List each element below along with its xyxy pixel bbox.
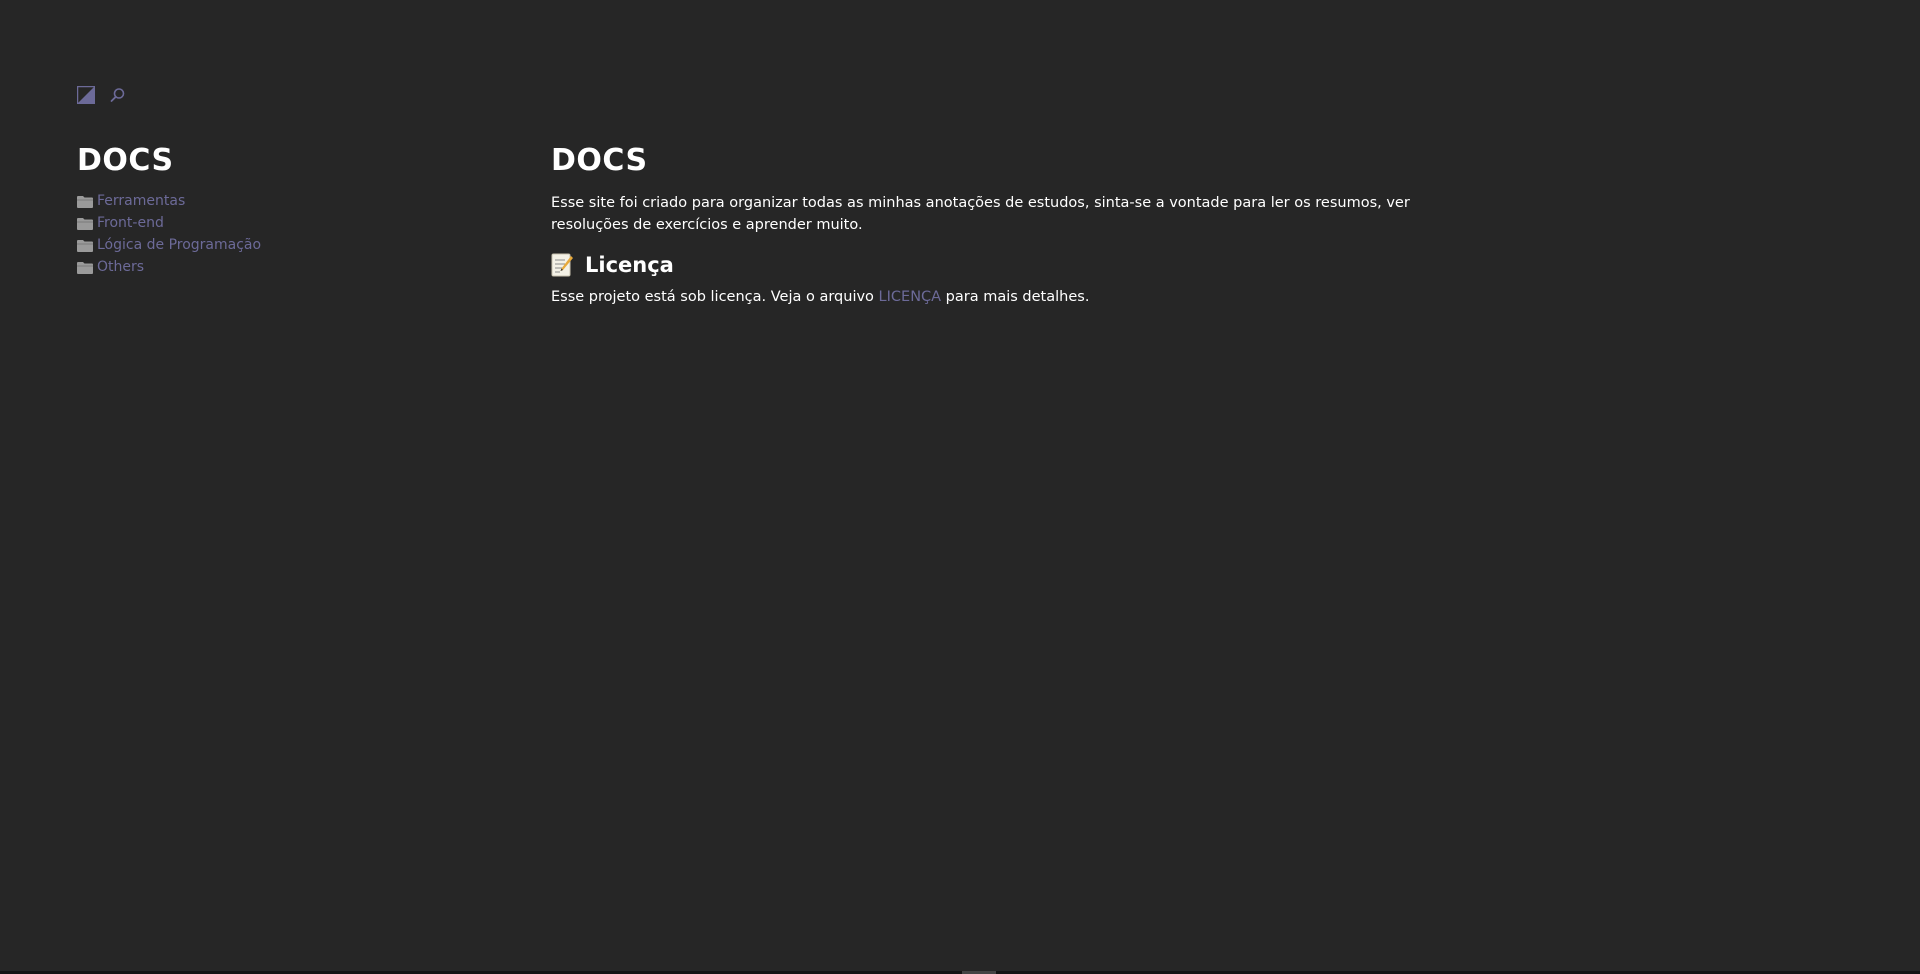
sidebar-item-ferramentas[interactable]: Ferramentas [77, 190, 457, 212]
sidebar-title: DOCS [77, 143, 174, 178]
license-paragraph: Esse projeto está sob licença. Veja o ar… [551, 286, 1421, 308]
sidebar-item-front-end[interactable]: Front-end [77, 212, 457, 234]
folder-icon [77, 237, 93, 252]
folder-icon [77, 259, 93, 274]
sidebar-item-others[interactable]: Others [77, 256, 457, 278]
docs-page: DOCS Ferramentas Front-end Lógica de Pro… [0, 0, 1920, 974]
page-title: DOCS [551, 143, 648, 178]
contrast-icon[interactable] [76, 85, 96, 105]
license-text-after: para mais detalhes. [941, 289, 1090, 305]
folder-icon [77, 193, 93, 208]
intro-paragraph: Esse site foi criado para organizar toda… [551, 195, 1410, 233]
memo-icon [551, 253, 573, 277]
sidebar-list: Ferramentas Front-end Lógica de Programa… [77, 190, 457, 278]
sidebar-item-logica-de-programacao[interactable]: Lógica de Programação [77, 234, 457, 256]
sidebar-item-label[interactable]: Others [97, 259, 144, 275]
top-toolbar [76, 85, 127, 105]
search-icon[interactable] [109, 86, 127, 104]
sidebar-item-label[interactable]: Ferramentas [97, 193, 185, 209]
sidebar: DOCS Ferramentas Front-end Lógica de Pro… [77, 142, 457, 278]
license-heading: Licença [551, 250, 1421, 280]
license-title: Licença [585, 253, 674, 277]
main-content: DOCS Esse site foi criado para organizar… [551, 142, 1421, 308]
license-link[interactable]: LICENÇA [879, 289, 942, 305]
sidebar-item-label[interactable]: Lógica de Programação [97, 237, 261, 253]
folder-icon [77, 215, 93, 230]
license-text-before: Esse projeto está sob licença. Veja o ar… [551, 289, 879, 305]
sidebar-item-label[interactable]: Front-end [97, 215, 164, 231]
